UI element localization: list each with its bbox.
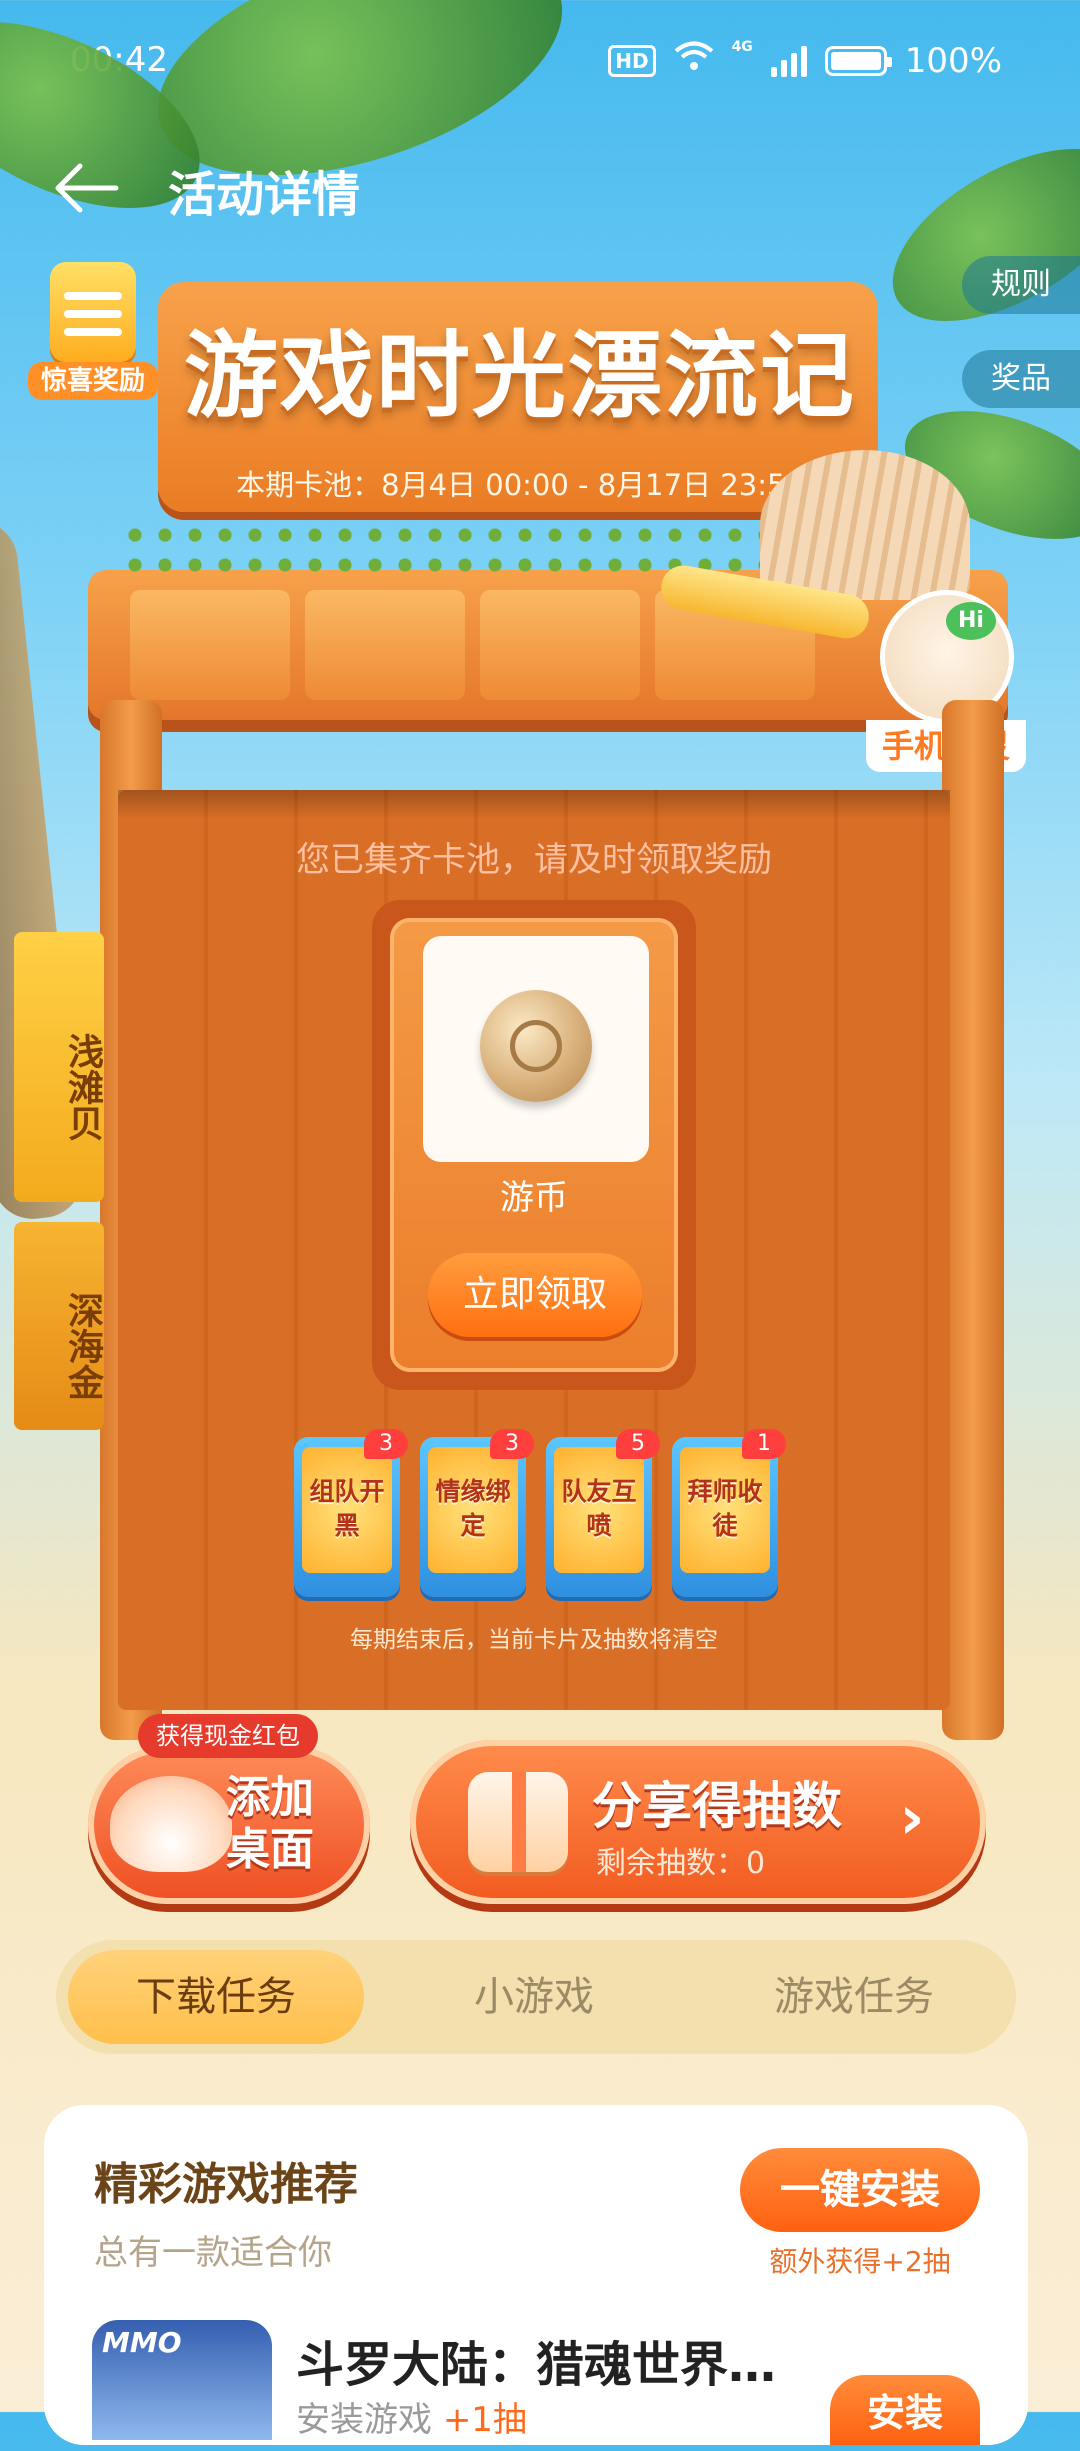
recommend-subtitle: 总有一款适合你 [94, 2233, 332, 2273]
tab-game-tasks[interactable]: 游戏任务 [704, 1950, 1004, 2044]
prizes-tab[interactable]: 奖品 [962, 350, 1080, 408]
collected-card[interactable]: 情缘绑定 3 [420, 1429, 534, 1597]
roof-plank [480, 590, 640, 700]
battery-icon [824, 45, 892, 76]
hd-icon: HD [608, 44, 656, 77]
roof-plank [305, 590, 465, 700]
add-to-desktop-label: 添加桌面 [226, 1772, 314, 1875]
card-label: 组队开黑 [302, 1447, 392, 1573]
cash-redpacket-badge: 获得现金红包 [138, 1714, 318, 1758]
card-label: 拜师收徒 [680, 1447, 770, 1573]
back-arrow-icon[interactable] [50, 158, 120, 218]
collected-card[interactable]: 队友互喷 5 [546, 1429, 660, 1597]
signal-icon [770, 45, 807, 77]
share-title: 分享得抽数 [592, 1777, 842, 1835]
collected-card[interactable]: 组队开黑 3 [294, 1429, 408, 1597]
recommend-title: 精彩游戏推荐 [94, 2159, 358, 2210]
activity-title: 游戏时光漂流记 [183, 322, 856, 431]
install-all-button[interactable]: 一键安装 [740, 2148, 980, 2232]
tab-mini-games[interactable]: 小游戏 [384, 1950, 684, 2044]
card-label: 队友互喷 [554, 1447, 644, 1573]
page-title: 活动详情 [168, 167, 361, 223]
pearl-shell-icon [110, 1776, 232, 1872]
surprise-reward-button[interactable]: 惊喜奖励 [28, 262, 158, 402]
calendar-gift-icon [50, 262, 136, 362]
collected-card[interactable]: 拜师收徒 1 [672, 1429, 786, 1597]
tab-download-tasks[interactable]: 下载任务 [68, 1950, 364, 2044]
mmo-tag: MMO [102, 2326, 182, 2359]
game-coin-icon [480, 990, 592, 1102]
battery-percent: 100% [904, 40, 1002, 81]
palm-leaf-decoration [864, 113, 1080, 357]
deep-gold-label: 深海金 [62, 1292, 103, 1400]
app-sub-bonus: +1抽 [442, 2400, 527, 2440]
surprise-reward-label: 惊喜奖励 [28, 362, 158, 400]
shallow-shell-tab[interactable]: 浅滩贝 [14, 932, 104, 1202]
extra-draws-note: 额外获得+2抽 [769, 2245, 951, 2278]
rules-tab[interactable]: 规则 [962, 256, 1080, 314]
chevron-right-icon: › [899, 1783, 925, 1853]
roof-plank [130, 590, 290, 700]
remaining-draws: 剩余抽数：0 [596, 1846, 766, 1881]
collect-notice: 您已集齐卡池，请及时领取奖励 [296, 840, 772, 880]
deep-gold-tab[interactable]: 深海金 [14, 1222, 104, 1430]
app-icon[interactable]: MMO [92, 2320, 272, 2440]
card-label: 情缘绑定 [428, 1447, 518, 1573]
clear-notice: 每期结束后，当前卡片及抽数将清空 [350, 1627, 718, 1653]
booth-post-right [942, 700, 1004, 1740]
reward-name: 游币 [500, 1178, 568, 1218]
card-count-badge: 1 [742, 1429, 786, 1459]
claim-now-button[interactable]: 立即领取 [428, 1253, 642, 1337]
gift-box-icon [468, 1772, 568, 1872]
sprite-hi-badge: Hi [946, 602, 996, 640]
card-count-badge: 5 [616, 1429, 660, 1459]
seashell-decoration [760, 450, 970, 600]
network-label: 4G [731, 39, 753, 55]
status-icons: HD 4G 100% [608, 40, 1002, 81]
app-subtitle: 安装游戏 +1抽 [296, 2392, 527, 2441]
app-name[interactable]: 斗罗大陆：猎魂世界… [296, 2325, 776, 2395]
wifi-icon [674, 40, 714, 81]
card-count-badge: 3 [490, 1429, 534, 1459]
card-count-badge: 3 [364, 1429, 408, 1459]
shallow-shell-label: 浅滩贝 [62, 1033, 103, 1141]
vine-decoration [120, 520, 760, 580]
app-sub-prefix: 安装游戏 [296, 2400, 432, 2440]
install-button[interactable]: 安装 [830, 2375, 980, 2445]
